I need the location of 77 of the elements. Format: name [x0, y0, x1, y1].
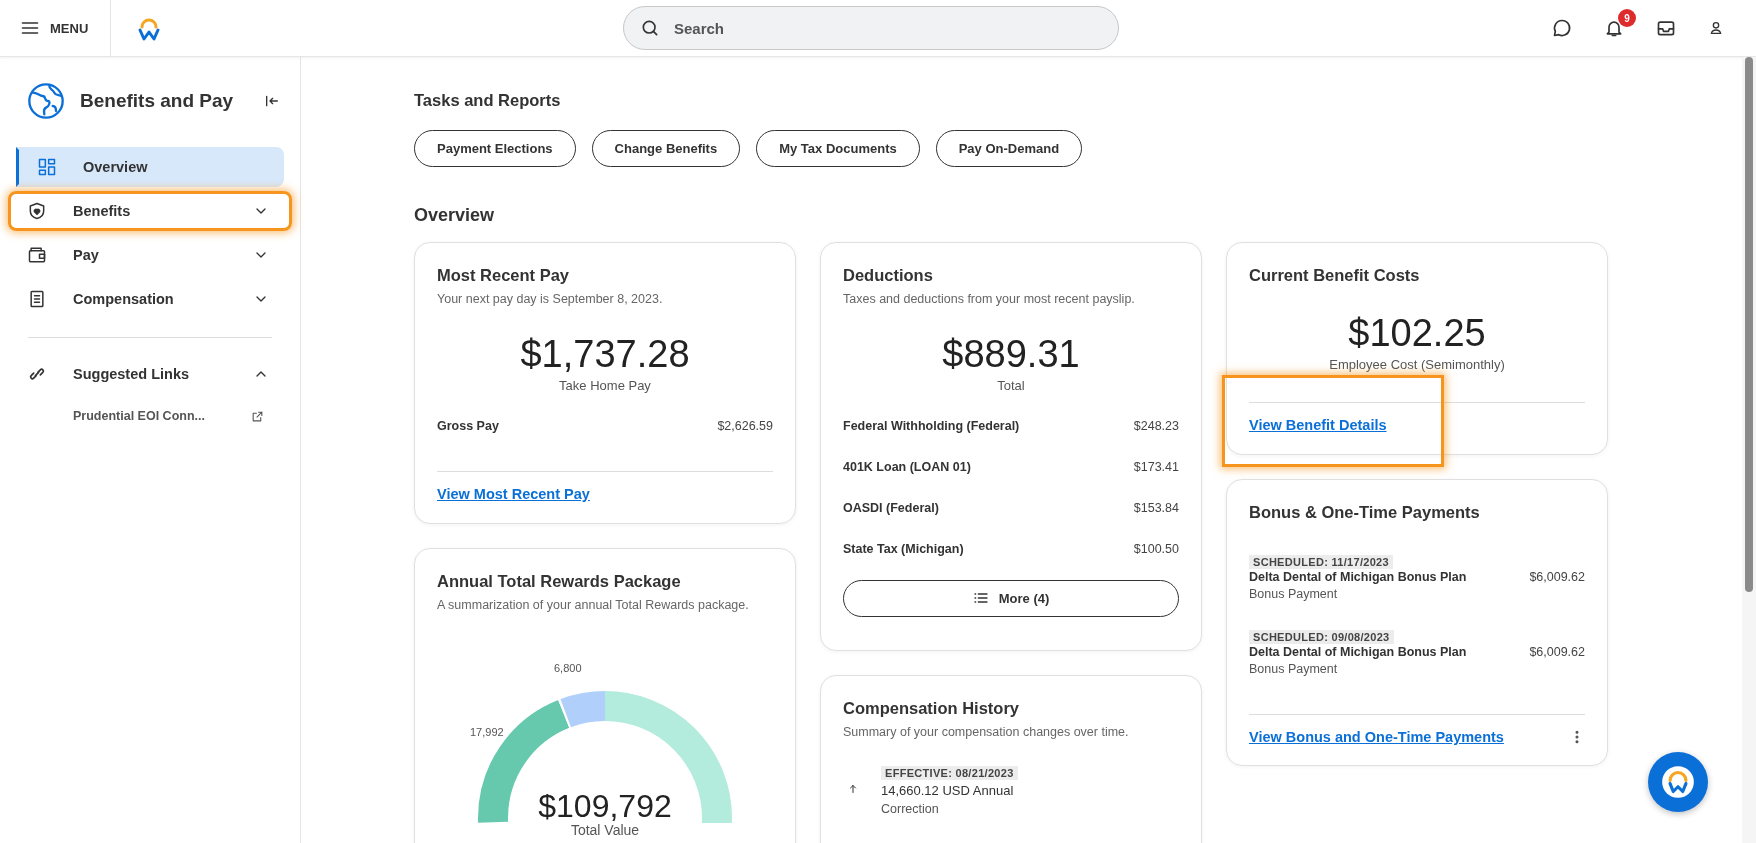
amount-label: Total [996, 377, 1026, 393]
external-link-icon [251, 409, 264, 423]
scrollbar[interactable] [1742, 57, 1756, 843]
card-title: Most Recent Pay [437, 266, 571, 285]
sidebar-item[interactable]: Benefits [8, 191, 292, 231]
row-label: 401K Loan (LOAN 01) [843, 459, 971, 474]
search-field[interactable]: Search [672, 18, 1092, 38]
logo-icon [1659, 763, 1697, 801]
row-value: $153.84 [1133, 500, 1179, 515]
suggested-link[interactable]: Prudential EOI Conn... [16, 400, 284, 432]
task-button[interactable]: Pay On-Demand [935, 130, 1083, 167]
bell-icon [1604, 18, 1624, 38]
search-icon [640, 18, 660, 38]
row-value: $248.23 [1133, 418, 1179, 433]
sidebar-title: Benefits and Pay [80, 90, 235, 112]
slice-label: 17,992 [470, 725, 504, 738]
task-button[interactable]: My Tax Documents [756, 130, 920, 167]
card-subtitle: Your next pay day is September 8, 2023. [437, 292, 664, 306]
sidebar-item[interactable]: Suggested Links [8, 354, 292, 394]
date-badge: SCHEDULED: 09/08/2023 [1249, 629, 1394, 644]
grid-icon [37, 157, 57, 177]
payment-name: Delta Dental of Michigan Bonus Plan [1249, 569, 1467, 584]
card-title: Deductions [843, 266, 934, 285]
sidebar-item[interactable]: Overview [16, 147, 284, 187]
task-button[interactable]: Change Benefits [591, 130, 741, 167]
date-badge: SCHEDULED: 11/17/2023 [1249, 554, 1393, 569]
inbox-icon [1656, 18, 1676, 38]
amount-value: $102.25 [1347, 313, 1487, 355]
sidebar-item[interactable]: Pay [8, 235, 292, 275]
card-link[interactable]: View Benefit Details [1249, 416, 1387, 433]
notification-count: 9 [1618, 9, 1636, 27]
card-title: Annual Total Rewards Package [437, 571, 682, 591]
wallet-icon [27, 245, 47, 265]
row-label: Gross Pay [437, 418, 499, 433]
amount-label: Take Home Pay [558, 377, 652, 393]
card-title: Current Benefit Costs [1249, 266, 1421, 285]
payment-type: Bonus Payment [1249, 661, 1339, 676]
card-link[interactable]: View Bonus and One-Time Payments [1249, 728, 1504, 745]
shield-icon [27, 201, 47, 221]
row-label: OASDI (Federal) [843, 500, 939, 515]
card-subtitle: Summary of your compensation changes over time. [843, 724, 1130, 739]
row-label: Federal Withholding (Federal) [843, 418, 1020, 433]
card-title: Bonus & One-Time Payments [1249, 502, 1481, 522]
section-heading: Tasks and Reports [414, 91, 562, 110]
date-badge: EFFECTIVE: 08/21/2023 [881, 765, 1018, 780]
amount-label: Employee Cost (Semimonthly) [1328, 356, 1506, 372]
collapse-arrow-icon [264, 93, 280, 109]
task-button[interactable]: Payment Elections [414, 130, 576, 167]
person-icon [1708, 20, 1724, 36]
slice-label: 6,800 [554, 661, 582, 674]
search-bar[interactable]: Search [623, 6, 1119, 50]
payment-type: Bonus Payment [1249, 586, 1339, 601]
sidebar-item[interactable]: Compensation [8, 279, 292, 319]
card-subtitle: Taxes and deductions from your most recent payslip. [843, 292, 1136, 306]
menu-button[interactable]: MENU [0, 8, 110, 48]
chat-bubble-icon [1552, 18, 1572, 38]
total-value: $109,792 [537, 787, 673, 824]
payment-amount: $6,009.62 [1529, 569, 1585, 584]
arrow-up-icon [847, 783, 859, 796]
row-label: State Tax (Michigan) [843, 541, 964, 556]
more-button[interactable]: More (4) [843, 579, 1179, 617]
card-link[interactable]: View Most Recent Pay [437, 485, 590, 502]
globe-icon [26, 81, 66, 121]
payment-name: Delta Dental of Michigan Bonus Plan [1249, 644, 1467, 659]
document-icon [27, 289, 47, 309]
section-heading: Overview [414, 205, 496, 226]
change-reason: Correction [881, 801, 940, 816]
card-title: Compensation History [843, 698, 1021, 718]
row-value: $100.50 [1133, 541, 1179, 556]
card-subtitle: A summarization of your annual Total Rewards package. [437, 597, 750, 612]
row-value: $173.41 [1133, 459, 1179, 474]
amount-value: $1,737.28 [519, 334, 691, 376]
row-value: $2,626.59 [717, 418, 773, 433]
compensation-value: 14,660.12 USD Annual [881, 782, 1015, 798]
amount-value: $889.31 [941, 334, 1081, 376]
assistant-button[interactable] [1648, 752, 1708, 812]
payment-amount: $6,009.62 [1529, 644, 1585, 659]
